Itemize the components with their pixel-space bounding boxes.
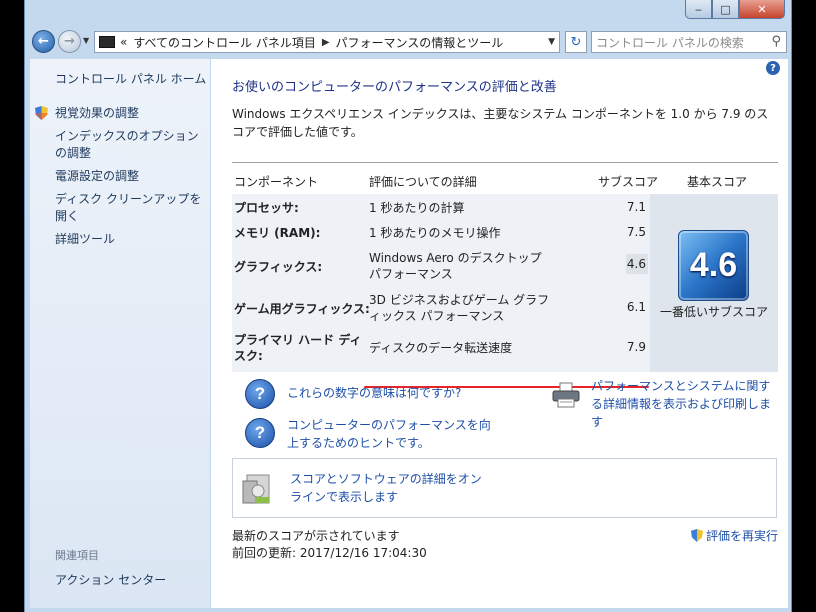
base-score-caption: 一番低いサブスコア (659, 305, 768, 319)
recent-pages-dropdown[interactable]: ▼ (83, 36, 89, 45)
base-score-panel: 4.6 一番低いサブスコア (650, 194, 778, 372)
tips-link[interactable]: コンピューターのパフォーマンスを向上するためのヒントです。 (287, 416, 492, 452)
column-header-base-score: 基本スコア (687, 175, 748, 189)
sidebar-item-visual-effects[interactable]: 視覚効果の調整 (35, 105, 210, 122)
forward-button[interactable]: → (58, 30, 81, 53)
back-button[interactable]: ← (32, 30, 55, 53)
refresh-icon: ↻ (570, 34, 582, 50)
sidebar-item-home[interactable]: コントロール パネル ホーム (55, 71, 210, 88)
main-content: ? お使いのコンピューターのパフォーマンスの評価と改善 Windows エクスペ… (211, 59, 788, 608)
minimize-button[interactable]: ‒ (685, 0, 712, 19)
column-header-subscore: サブスコア (598, 175, 659, 189)
row-detail: Windows Aero のデスクトップ パフォーマンス (369, 251, 542, 281)
window-controls: ‒ □ ✕ (685, 0, 785, 19)
close-button[interactable]: ✕ (739, 0, 785, 19)
row-detail: 1 秒あたりのメモリ操作 (369, 226, 501, 240)
sidebar-item-disk-cleanup[interactable]: ディスク クリーンアップを開く (55, 191, 205, 225)
row-label: メモリ (RAM): (234, 226, 321, 240)
print-details-link[interactable]: パフォーマンスとシステムに関する詳細情報を表示および印刷します (591, 377, 781, 431)
row-label: プロセッサ: (234, 201, 299, 215)
online-details-link[interactable]: スコアとソフトウェアの詳細をオンラインで表示します (290, 470, 490, 506)
breadcrumb-all-items[interactable]: すべてのコントロール パネル項目 (133, 34, 316, 51)
control-panel-icon (99, 36, 115, 48)
row-detail: 3D ビジネスおよびゲーム グラフィックス パフォーマンス (369, 293, 550, 323)
help-icon[interactable]: ? (766, 61, 780, 75)
rerun-label: 評価を再実行 (705, 529, 778, 543)
maximize-button[interactable]: □ (712, 0, 739, 19)
search-icon[interactable]: ⚲ (771, 34, 781, 49)
rerun-assessment-link[interactable]: 評価を再実行 (690, 527, 778, 544)
navigation-toolbar: ← → ▼ « すべてのコントロール パネル項目 ▶ パフォーマンスの情報とツー… (25, 27, 791, 57)
sidebar-item-indexing-options[interactable]: インデックスのオプションの調整 (55, 128, 205, 162)
action-center-link[interactable]: アクション センター (55, 571, 166, 588)
row-label: グラフィックス: (234, 260, 323, 274)
search-placeholder: コントロール パネルの検索 (596, 35, 744, 50)
breadcrumb-overflow[interactable]: « (120, 35, 127, 49)
sidebar-item-label: 視覚効果の調整 (55, 106, 140, 120)
table-divider (232, 162, 778, 163)
breadcrumb-separator-icon[interactable]: ▶ (322, 37, 330, 48)
breadcrumb-performance[interactable]: パフォーマンスの情報とツール (336, 34, 504, 51)
row-subscore: 7.5 (626, 225, 646, 239)
column-header-component: コンポーネント (234, 175, 319, 189)
sidebar: コントロール パネル ホーム 視覚効果の調整 インデックスのオプションの調整 電… (30, 59, 210, 608)
related-title: 関連項目 (55, 549, 99, 562)
refresh-button[interactable]: ↻ (565, 31, 587, 53)
address-dropdown-icon[interactable]: ▼ (548, 37, 555, 47)
last-update-timestamp: 前回の更新: 2017/12/16 17:04:30 (232, 546, 427, 560)
row-subscore: 7.1 (626, 200, 646, 214)
search-input[interactable]: コントロール パネルの検索 ⚲ (591, 31, 787, 53)
online-details-box: スコアとソフトウェアの詳細をオンラインで表示します (232, 458, 777, 518)
address-bar[interactable]: « すべてのコントロール パネル項目 ▶ パフォーマンスの情報とツール ▼ (94, 31, 560, 53)
meaning-link[interactable]: これらの数字の意味は何ですか? (287, 384, 461, 402)
page-title: お使いのコンピューターのパフォーマンスの評価と改善 (232, 80, 557, 95)
printer-icon (552, 382, 580, 408)
question-icon: ? (245, 418, 275, 448)
forward-arrow-icon: → (64, 34, 75, 49)
row-label: ゲーム用グラフィックス: (234, 302, 370, 316)
row-subscore: 6.1 (626, 300, 646, 314)
column-header-detail: 評価についての詳細 (369, 175, 477, 189)
shield-icon (35, 106, 48, 120)
software-box-icon (242, 474, 270, 504)
question-icon: ? (245, 379, 275, 409)
sidebar-item-advanced-tools[interactable]: 詳細ツール (55, 231, 210, 248)
row-subscore-lowest: 4.6 (626, 254, 648, 274)
row-detail: 1 秒あたりの計算 (369, 201, 465, 215)
row-subscore: 7.9 (626, 340, 646, 354)
shield-icon (690, 529, 703, 542)
page-description: Windows エクスペリエンス インデックスは、主要なシステム コンポーネント… (232, 107, 769, 139)
row-detail: ディスクのデータ転送速度 (369, 341, 513, 355)
base-score-badge: 4.6 (678, 230, 749, 301)
sidebar-item-power-settings[interactable]: 電源設定の調整 (55, 168, 210, 185)
control-panel-window: ‒ □ ✕ ← → ▼ « すべてのコントロール パネル項目 ▶ パフォーマンス… (24, 0, 792, 612)
score-status: 最新のスコアが示されています (232, 529, 400, 543)
row-label: プライマリ ハード ディスク: (234, 333, 362, 363)
back-arrow-icon: ← (38, 34, 49, 49)
